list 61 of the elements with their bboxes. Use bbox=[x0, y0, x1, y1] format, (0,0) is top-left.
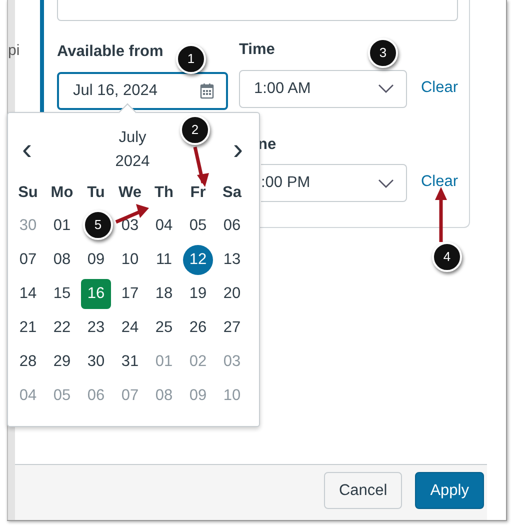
weekday-label: Su bbox=[17, 183, 39, 203]
cancel-button[interactable]: Cancel bbox=[324, 472, 402, 509]
calendar-day[interactable]: 16 bbox=[81, 279, 111, 309]
callout-badge: 4 bbox=[432, 242, 462, 272]
calendar-day[interactable]: 10 bbox=[115, 245, 145, 275]
calendar-day[interactable]: 19 bbox=[183, 279, 213, 309]
month-label: July bbox=[118, 128, 148, 148]
calendar-day[interactable]: 24 bbox=[115, 313, 145, 343]
weekday-label: Sa bbox=[222, 183, 243, 203]
calendar-day[interactable]: 07 bbox=[13, 245, 43, 275]
clear-link[interactable]: Clear bbox=[420, 170, 458, 193]
next-month-button[interactable]: › bbox=[228, 135, 247, 165]
weekday-label: Tu bbox=[86, 183, 106, 203]
callout-badge: 3 bbox=[368, 38, 398, 68]
previous-month-button[interactable]: ‹ bbox=[18, 135, 36, 165]
calendar-day[interactable]: 04 bbox=[149, 211, 179, 241]
date-field[interactable]: Jul 16, 2024 bbox=[57, 72, 228, 110]
calendar-day[interactable]: 27 bbox=[217, 313, 247, 343]
clear-link[interactable]: Clear bbox=[420, 76, 458, 100]
calendar-day[interactable]: 20 bbox=[217, 279, 247, 309]
calendar-day[interactable]: 29 bbox=[47, 347, 77, 377]
time-select[interactable]: 1:00 AM bbox=[238, 70, 407, 108]
calendar-day[interactable]: 31 bbox=[115, 347, 145, 377]
sidebar-text: pi bbox=[8, 41, 20, 61]
field-label: Time bbox=[238, 40, 275, 60]
calendar-day[interactable]: 08 bbox=[47, 245, 77, 275]
callout-badge: 1 bbox=[176, 44, 206, 74]
field-label: Available from bbox=[57, 42, 164, 62]
weekday-label: Th bbox=[154, 183, 174, 203]
text-field[interactable] bbox=[57, 0, 458, 21]
calendar-day[interactable]: 03 bbox=[115, 211, 145, 241]
calendar-day[interactable]: 11 bbox=[149, 245, 179, 275]
weekday-label: We bbox=[118, 183, 142, 203]
calendar-day[interactable]: 22 bbox=[47, 313, 77, 343]
chevron-down-icon bbox=[378, 84, 394, 93]
apply-button[interactable]: Apply bbox=[415, 472, 484, 509]
weekday-label: Mo bbox=[50, 183, 74, 203]
field-value: 1:00 AM bbox=[254, 78, 311, 99]
calendar-day[interactable]: 15 bbox=[47, 279, 77, 309]
field-value: :00 PM bbox=[261, 173, 310, 194]
calendar-day[interactable]: 14 bbox=[13, 279, 43, 309]
chevron-down-icon bbox=[378, 178, 394, 188]
calendar-icon[interactable] bbox=[200, 82, 214, 98]
calendar-day[interactable]: 21 bbox=[13, 313, 43, 343]
calendar-day[interactable]: 18 bbox=[149, 279, 179, 309]
weekday-label: Fr bbox=[189, 183, 207, 203]
calendar-day[interactable]: 09 bbox=[81, 245, 111, 275]
calendar-day[interactable]: 23 bbox=[81, 313, 111, 343]
calendar-day[interactable]: 06 bbox=[217, 211, 247, 241]
field-value: Jul 16, 2024 bbox=[73, 80, 158, 101]
calendar-day[interactable]: 12 bbox=[183, 245, 213, 275]
calendar-day[interactable]: 28 bbox=[13, 347, 43, 377]
calendar-day[interactable]: 17 bbox=[115, 279, 145, 309]
calendar-day[interactable]: 13 bbox=[217, 245, 247, 275]
calendar-day[interactable]: 26 bbox=[183, 313, 213, 343]
calendar-day[interactable]: 01 bbox=[47, 211, 77, 241]
calendar-day[interactable]: 05 bbox=[183, 211, 213, 241]
time-select[interactable]: :00 PM bbox=[261, 164, 407, 202]
calendar-day[interactable]: 25 bbox=[149, 313, 179, 343]
year-label: 2024 bbox=[115, 152, 150, 172]
calendar-day[interactable]: 30 bbox=[81, 347, 111, 377]
